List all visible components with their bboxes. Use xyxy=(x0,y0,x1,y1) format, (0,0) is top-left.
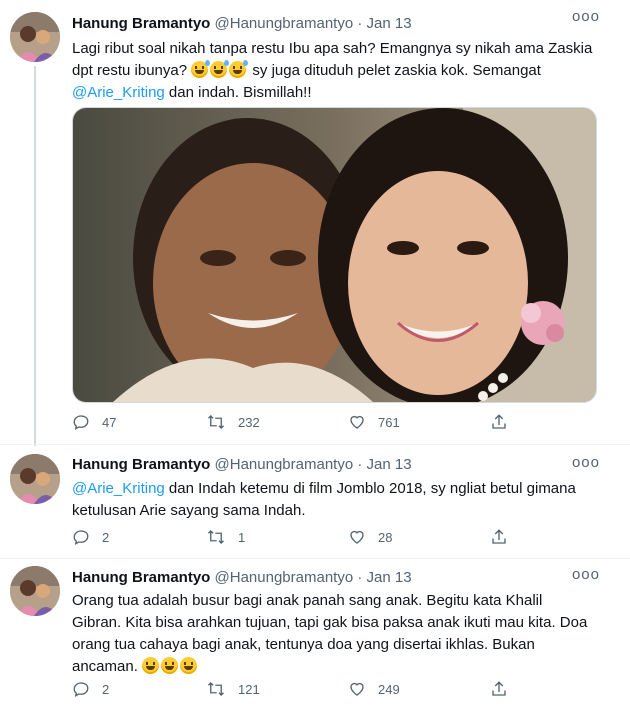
retweet-icon xyxy=(208,415,224,429)
retweet-button[interactable]: 121 xyxy=(206,680,260,698)
retweet-count: 1 xyxy=(238,529,246,545)
heart-icon xyxy=(350,682,364,696)
display-name[interactable]: Hanung Bramantyo xyxy=(72,456,210,473)
retweet-count: 121 xyxy=(238,681,260,697)
mention-link[interactable]: @Arie_Kriting xyxy=(72,480,165,497)
retweet-icon xyxy=(208,682,224,696)
tweet-header: Hanung Bramantyo @Hanungbramantyo · Jan … xyxy=(72,15,412,32)
separator-dot: · xyxy=(357,569,363,586)
tweet-text: Lagi ribut soal nikah tanpa restu Ibu ap… xyxy=(72,38,602,104)
tweet[interactable]: Hanung Bramantyo @Hanungbramantyo · Jan … xyxy=(0,0,630,450)
reply-count: 2 xyxy=(102,681,110,697)
like-count: 249 xyxy=(378,681,400,697)
tweet-actions: 2 121 249 xyxy=(72,680,522,700)
retweet-button[interactable]: 232 xyxy=(206,413,260,431)
tweet[interactable]: Hanung Bramantyo @Hanungbramantyo · Jan … xyxy=(0,560,630,707)
tweet[interactable]: Hanung Bramantyo @Hanungbramantyo · Jan … xyxy=(0,448,630,560)
share-icon xyxy=(492,414,506,429)
reply-icon xyxy=(73,682,89,698)
reply-count: 2 xyxy=(102,529,110,545)
divider xyxy=(0,444,630,445)
share-icon xyxy=(492,681,506,696)
heart-icon xyxy=(350,415,364,429)
retweet-count: 232 xyxy=(238,414,260,430)
tweet-header: Hanung Bramantyo @Hanungbramantyo · Jan … xyxy=(72,569,412,586)
display-name[interactable]: Hanung Bramantyo xyxy=(72,15,210,32)
user-handle[interactable]: @Hanungbramantyo xyxy=(215,15,354,32)
sweat-smile-emoji-icon xyxy=(210,60,230,78)
tweet-header: Hanung Bramantyo @Hanungbramantyo · Jan … xyxy=(72,456,412,473)
grinning-emoji-icon xyxy=(142,657,160,674)
avatar[interactable] xyxy=(10,454,60,504)
share-button[interactable] xyxy=(490,413,508,431)
like-count: 28 xyxy=(378,529,393,545)
more-icon[interactable]: ooo xyxy=(572,454,600,471)
timestamp[interactable]: Jan 13 xyxy=(367,456,412,473)
tweet-text: @Arie_Kriting dan Indah ketemu di film J… xyxy=(72,478,602,522)
tweet-text-part: sy juga dituduh pelet zaskia kok. Semang… xyxy=(252,62,541,79)
mention-link[interactable]: @Arie_Kriting xyxy=(72,84,165,101)
tweet-text: Orang tua adalah busur bagi anak panah s… xyxy=(72,590,602,678)
heart-icon xyxy=(350,530,364,544)
grinning-emoji-icon xyxy=(161,657,179,674)
user-handle[interactable]: @Hanungbramantyo xyxy=(215,569,354,586)
tweet-actions: 47 232 761 xyxy=(72,413,522,433)
reply-button[interactable]: 2 xyxy=(72,528,109,546)
tweet-actions: 2 1 28 xyxy=(72,528,522,548)
divider xyxy=(0,558,630,559)
separator-dot: · xyxy=(357,15,363,32)
more-icon[interactable]: ooo xyxy=(572,566,600,583)
retweet-icon xyxy=(208,530,224,544)
reply-count: 47 xyxy=(102,414,117,430)
display-name[interactable]: Hanung Bramantyo xyxy=(72,569,210,586)
grinning-emoji-icon xyxy=(180,657,198,674)
like-count: 761 xyxy=(378,414,400,430)
tweet-text-part: dan indah. Bismillah!! xyxy=(164,84,312,101)
more-icon[interactable]: ooo xyxy=(572,8,600,25)
like-button[interactable]: 249 xyxy=(348,680,400,698)
separator-dot: · xyxy=(357,456,363,473)
tweet-photo[interactable] xyxy=(72,107,597,403)
share-button[interactable] xyxy=(490,680,508,698)
share-button[interactable] xyxy=(490,528,508,546)
like-button[interactable]: 28 xyxy=(348,528,392,546)
sweat-smile-emoji-icon xyxy=(191,60,211,78)
like-button[interactable]: 761 xyxy=(348,413,400,431)
avatar[interactable] xyxy=(10,12,60,62)
reply-button[interactable]: 47 xyxy=(72,413,116,431)
photo-couple xyxy=(73,108,596,402)
reply-icon xyxy=(73,415,89,431)
avatar[interactable] xyxy=(10,566,60,616)
reply-button[interactable]: 2 xyxy=(72,680,109,698)
reply-icon xyxy=(73,530,89,546)
share-icon xyxy=(492,529,506,544)
retweet-button[interactable]: 1 xyxy=(206,528,245,546)
user-handle[interactable]: @Hanungbramantyo xyxy=(215,456,354,473)
sweat-smile-emoji-icon xyxy=(229,60,249,78)
timestamp[interactable]: Jan 13 xyxy=(367,569,412,586)
timestamp[interactable]: Jan 13 xyxy=(367,15,412,32)
